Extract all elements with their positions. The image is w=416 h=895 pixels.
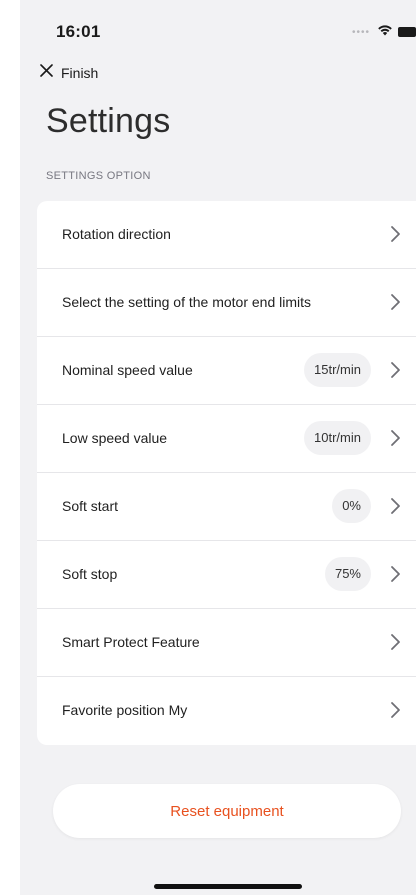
row-label: Favorite position My bbox=[62, 702, 188, 718]
status-time: 16:01 bbox=[56, 22, 101, 41]
settings-row-low-speed[interactable]: Low speed value 10tr/min bbox=[37, 405, 416, 473]
settings-row-soft-stop[interactable]: Soft stop 75% bbox=[37, 541, 416, 609]
settings-list: Rotation direction Select the setting of… bbox=[37, 201, 416, 745]
row-label: Select the setting of the motor end limi… bbox=[62, 294, 312, 310]
chevron-right-icon bbox=[391, 362, 400, 378]
settings-row-nominal-speed[interactable]: Nominal speed value 15tr/min bbox=[37, 337, 416, 405]
value-badge: 15tr/min bbox=[304, 353, 371, 387]
page-margin bbox=[0, 0, 20, 895]
chevron-right-icon bbox=[391, 634, 400, 650]
page-title: Settings bbox=[46, 102, 171, 140]
row-label: Smart Protect Feature bbox=[62, 634, 200, 650]
chevron-right-icon bbox=[391, 294, 400, 310]
settings-row-favorite-position[interactable]: Favorite position My bbox=[37, 677, 416, 745]
finish-button[interactable]: Finish bbox=[40, 64, 98, 82]
chevron-right-icon bbox=[391, 702, 400, 718]
status-bar: 16:01 •••• bbox=[20, 0, 416, 56]
settings-row-soft-start[interactable]: Soft start 0% bbox=[37, 473, 416, 541]
row-label: Rotation direction bbox=[62, 226, 171, 242]
row-label: Soft start bbox=[62, 498, 119, 514]
home-indicator bbox=[154, 884, 302, 889]
row-label: Soft stop bbox=[62, 566, 118, 582]
settings-row-smart-protect[interactable]: Smart Protect Feature bbox=[37, 609, 416, 677]
section-caption: SETTINGS OPTION bbox=[46, 170, 151, 182]
settings-row-rotation-direction[interactable]: Rotation direction bbox=[37, 201, 416, 269]
wifi-icon bbox=[377, 23, 393, 41]
value-badge: 10tr/min bbox=[304, 421, 371, 455]
status-icons: •••• bbox=[352, 22, 416, 42]
phone-screen: 16:01 •••• Finish Settings SETTINGS OPTI… bbox=[20, 0, 416, 895]
chevron-right-icon bbox=[391, 430, 400, 446]
chevron-right-icon bbox=[391, 566, 400, 582]
battery-icon bbox=[398, 27, 416, 37]
reset-equipment-button[interactable]: Reset equipment bbox=[53, 784, 401, 838]
row-label: Nominal speed value bbox=[62, 362, 193, 378]
value-badge: 75% bbox=[324, 557, 371, 591]
value-badge: 0% bbox=[332, 489, 371, 523]
signal-dots-icon: •••• bbox=[351, 26, 370, 38]
finish-label: Finish bbox=[61, 65, 99, 81]
settings-row-motor-end-limits[interactable]: Select the setting of the motor end limi… bbox=[37, 269, 416, 337]
chevron-right-icon bbox=[391, 498, 400, 514]
row-label: Low speed value bbox=[62, 430, 168, 446]
close-icon bbox=[40, 64, 53, 82]
chevron-right-icon bbox=[391, 226, 400, 242]
